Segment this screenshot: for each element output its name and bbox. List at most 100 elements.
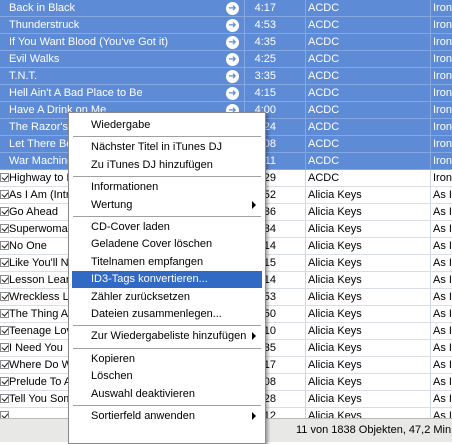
- track-row[interactable]: Evil Walks ➜ 4:25 ACDC Iron: [0, 51, 452, 68]
- menu-item[interactable]: Dateien zusammenlegen...: [72, 306, 262, 323]
- track-title: Hell Ain't A Bad Place to Be: [9, 87, 143, 99]
- track-checkbox[interactable]: [0, 224, 9, 233]
- track-album: As I: [433, 342, 452, 354]
- arrow-link-icon[interactable]: ➜: [226, 87, 239, 100]
- menu-separator: [73, 176, 261, 178]
- menu-item-label: Wertung: [91, 198, 133, 211]
- track-artist: Alicia Keys: [308, 291, 362, 303]
- column-divider: [305, 34, 306, 50]
- menu-item[interactable]: Geladene Cover löschen: [72, 236, 262, 253]
- track-artist: Alicia Keys: [308, 342, 362, 354]
- track-title: Thunderstruck: [9, 19, 80, 31]
- track-album: Iron: [433, 87, 452, 99]
- track-row[interactable]: Back in Black ➜ 4:17 ACDC Iron: [0, 0, 452, 17]
- track-checkbox[interactable]: [0, 241, 9, 250]
- column-divider: [244, 0, 245, 16]
- track-checkbox[interactable]: [0, 190, 9, 199]
- track-title: Superwoman: [9, 223, 74, 235]
- menu-item[interactable]: Zur Wiedergabeliste hinzufügen: [72, 328, 262, 345]
- column-divider: [305, 357, 306, 373]
- track-artist: Alicia Keys: [308, 393, 362, 405]
- track-checkbox[interactable]: [0, 360, 9, 369]
- column-divider: [305, 102, 306, 118]
- menu-item[interactable]: Sortierfeld anwenden: [72, 408, 262, 425]
- track-title: Let There Be: [9, 138, 73, 150]
- track-album: Iron: [433, 104, 452, 116]
- track-title: Prelude To A: [9, 376, 72, 388]
- track-artist: Alicia Keys: [308, 359, 362, 371]
- arrow-link-icon[interactable]: ➜: [226, 2, 239, 15]
- track-row[interactable]: Hell Ain't A Bad Place to Be ➜ 4:15 ACDC Iro…: [0, 85, 452, 102]
- column-divider: [430, 153, 431, 169]
- track-album: As I: [433, 257, 452, 269]
- menu-item[interactable]: Wertung: [72, 197, 262, 214]
- track-artist: ACDC: [308, 36, 340, 48]
- track-title: No One: [9, 240, 47, 252]
- column-divider: [305, 187, 306, 203]
- track-album: As I: [433, 223, 452, 235]
- menu-item[interactable]: Titelnamen empfangen: [72, 254, 262, 271]
- track-artist: ACDC: [308, 104, 340, 116]
- track-checkbox[interactable]: [0, 292, 9, 301]
- column-divider: [305, 136, 306, 152]
- menu-item[interactable]: CD-Cover laden: [72, 219, 262, 236]
- track-artist: Alicia Keys: [308, 308, 362, 320]
- track-checkbox[interactable]: [0, 207, 9, 216]
- track-album: As I: [433, 206, 452, 218]
- column-divider: [305, 68, 306, 84]
- arrow-link-icon[interactable]: ➜: [226, 70, 239, 83]
- track-checkbox[interactable]: [0, 377, 9, 386]
- track-artist: ACDC: [308, 138, 340, 150]
- column-divider: [430, 255, 431, 271]
- menu-item-label: Auswahl deaktivieren: [91, 387, 195, 400]
- track-checkbox[interactable]: [0, 343, 9, 352]
- track-checkbox[interactable]: [0, 275, 9, 284]
- track-time: 4:53: [254, 19, 276, 31]
- status-text: 11 von 1838 Objekten, 47,2 Min: [296, 424, 452, 436]
- track-album: Iron: [433, 70, 452, 82]
- menu-item[interactable]: Zähler zurücksetzen: [72, 289, 262, 306]
- track-checkbox[interactable]: [0, 173, 9, 182]
- arrow-link-icon[interactable]: ➜: [226, 53, 239, 66]
- column-divider: [305, 374, 306, 390]
- column-divider: [244, 85, 245, 101]
- column-divider: [305, 238, 306, 254]
- menu-separator: [73, 325, 261, 327]
- column-divider: [305, 85, 306, 101]
- column-divider: [430, 187, 431, 203]
- track-artist: ACDC: [308, 2, 340, 14]
- column-divider: [305, 0, 306, 16]
- track-checkbox[interactable]: [0, 258, 9, 267]
- track-title: As I Am (Intr: [9, 189, 70, 201]
- track-checkbox[interactable]: [0, 394, 9, 403]
- menu-item[interactable]: Wiedergabe: [72, 117, 262, 134]
- column-divider: [305, 119, 306, 135]
- track-artist: ACDC: [308, 172, 340, 184]
- column-divider: [305, 391, 306, 407]
- column-divider: [244, 34, 245, 50]
- menu-item-label: Sortierfeld anwenden: [91, 410, 195, 422]
- track-album: As I: [433, 240, 452, 252]
- menu-item[interactable]: Zu iTunes DJ hinzufügen: [72, 157, 262, 174]
- column-divider: [305, 51, 306, 67]
- arrow-link-icon[interactable]: ➜: [226, 19, 239, 32]
- menu-item[interactable]: Informationen: [72, 179, 262, 196]
- track-row[interactable]: If You Want Blood (You've Got it) ➜ 4:35 AC…: [0, 34, 452, 51]
- track-checkbox[interactable]: [0, 326, 9, 335]
- menu-item[interactable]: Nächster Titel in iTunes DJ: [72, 139, 262, 156]
- column-divider: [430, 204, 431, 220]
- column-divider: [430, 391, 431, 407]
- menu-item[interactable]: ID3-Tags konvertieren...: [72, 271, 262, 289]
- column-divider: [244, 68, 245, 84]
- menu-item[interactable]: Löschen: [72, 368, 262, 385]
- arrow-link-icon[interactable]: ➜: [226, 36, 239, 49]
- track-title: War Machine: [9, 155, 74, 167]
- menu-item[interactable]: Auswahl deaktivieren: [72, 386, 262, 403]
- track-row[interactable]: Thunderstruck ➜ 4:53 ACDC Iron: [0, 17, 452, 34]
- menu-item[interactable]: Kopieren: [72, 351, 262, 368]
- track-checkbox[interactable]: [0, 309, 9, 318]
- track-title: Evil Walks: [9, 53, 60, 65]
- menu-item-label: Zu iTunes DJ hinzufügen: [91, 158, 213, 171]
- track-album: As I: [433, 189, 452, 201]
- track-row[interactable]: T.N.T. ➜ 3:35 ACDC Iron: [0, 68, 452, 85]
